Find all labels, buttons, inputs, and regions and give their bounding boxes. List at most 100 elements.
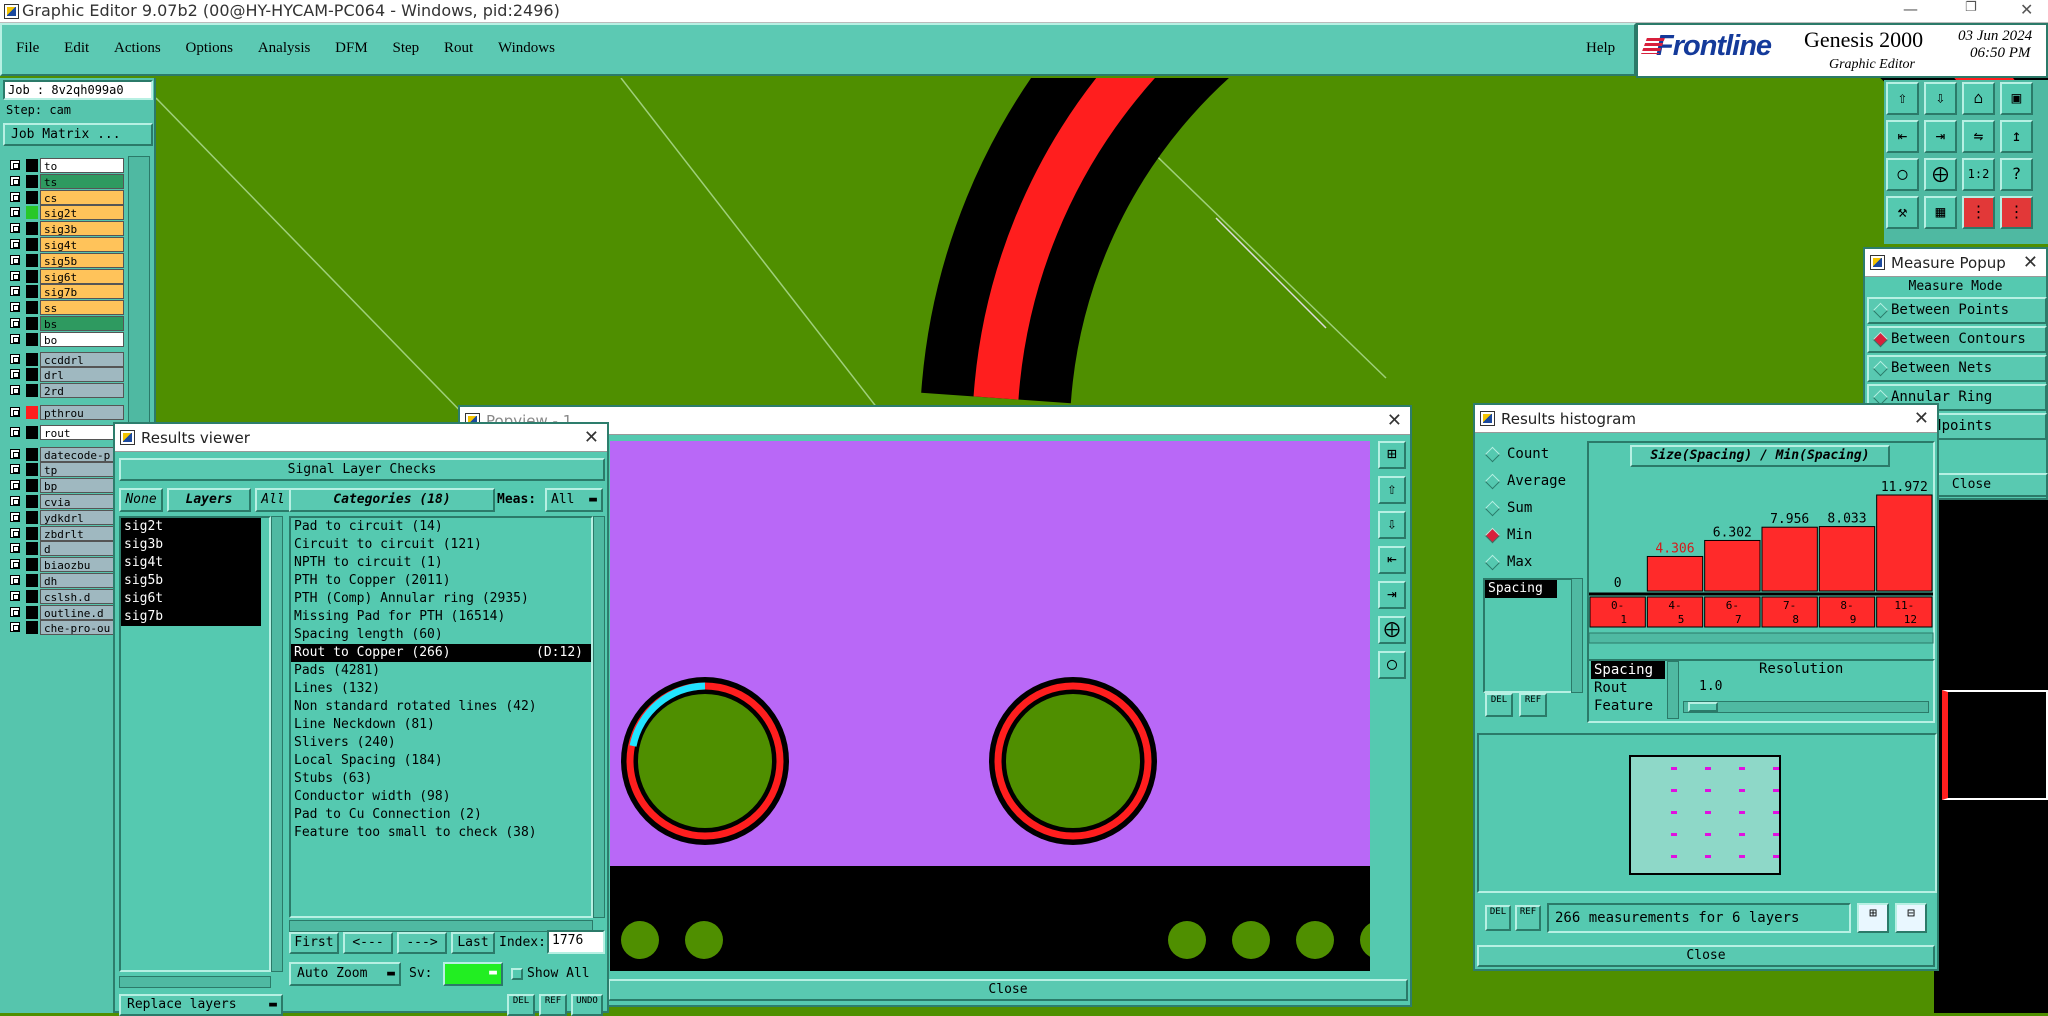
last-button[interactable]: Last: [451, 932, 495, 954]
resolution-slider-thumb[interactable]: [1688, 702, 1718, 712]
layer-checkbox[interactable]: [10, 511, 20, 522]
menu-windows[interactable]: Windows: [498, 40, 555, 57]
histogram-bar[interactable]: [1704, 539, 1761, 592]
histogram-bar[interactable]: [1646, 555, 1704, 592]
popview-up-icon[interactable]: ⇧: [1378, 476, 1406, 504]
pan-right-icon[interactable]: ⇥: [1924, 120, 1957, 153]
layer-row[interactable]: sig6t: [6, 268, 124, 284]
close-window-icon[interactable]: ✕: [2020, 0, 2033, 19]
measure-popup-close-icon[interactable]: ✕: [2023, 249, 2038, 276]
histogram-titlebar[interactable]: Results histogram ✕: [1475, 405, 1937, 433]
layer-row[interactable]: to: [6, 158, 124, 173]
spacing-list-scrollbar[interactable]: [1571, 578, 1583, 693]
center-icon[interactable]: ⨁: [1924, 158, 1957, 191]
stat-option[interactable]: Sum: [1483, 497, 1579, 521]
histogram-close-button[interactable]: Close: [1477, 945, 1935, 967]
histogram-scrollbar[interactable]: [1589, 632, 1934, 644]
category-item[interactable]: Stubs (63): [291, 770, 591, 788]
export-icon[interactable]: ⊞: [1857, 903, 1889, 933]
layer-checkbox[interactable]: [10, 590, 20, 601]
measure-option[interactable]: Between Contours: [1867, 326, 2047, 353]
category-item[interactable]: Pad to circuit (14): [291, 518, 591, 536]
measure-popup-titlebar[interactable]: Measure Popup ✕: [1865, 249, 2046, 277]
layer-row[interactable]: ts: [6, 173, 124, 189]
layer-row[interactable]: cs: [6, 189, 124, 205]
menu-file[interactable]: File: [16, 40, 39, 57]
layer-result-item[interactable]: sig6t: [121, 590, 261, 608]
popview-right-icon[interactable]: ⇥: [1378, 581, 1406, 609]
ratio-icon[interactable]: 1:2: [1962, 158, 1995, 191]
layer-row[interactable]: dh: [6, 573, 124, 588]
layer-checkbox[interactable]: [10, 239, 20, 249]
layer-row[interactable]: cvia: [6, 494, 124, 509]
layer-checkbox[interactable]: [10, 191, 20, 202]
layer-checkbox[interactable]: [10, 254, 20, 265]
category-item[interactable]: Circuit to circuit (121): [291, 536, 591, 554]
layer-row[interactable]: datecode-p: [6, 446, 124, 462]
layer-row[interactable]: cslsh.d: [6, 588, 124, 604]
layer-row[interactable]: d: [6, 541, 124, 557]
stat-option[interactable]: Min: [1483, 524, 1579, 548]
category-item[interactable]: Pads (4281): [291, 662, 591, 680]
histogram-bar[interactable]: [1761, 526, 1818, 592]
layer-checkbox[interactable]: [10, 606, 20, 617]
index-input[interactable]: 1776: [547, 930, 605, 954]
layer-checkbox[interactable]: [10, 270, 20, 281]
layer-row[interactable]: 2rd: [6, 383, 124, 399]
help-icon[interactable]: ?: [2000, 158, 2033, 191]
list-item[interactable]: Spacing: [1485, 580, 1557, 598]
category-item[interactable]: Line Neckdown (81): [291, 716, 591, 734]
fit-icon[interactable]: ◯: [1886, 158, 1919, 191]
layer-checkbox[interactable]: [10, 160, 20, 170]
layer-row[interactable]: ccddrl: [6, 351, 124, 367]
grid-icon[interactable]: ▦: [1924, 196, 1957, 229]
layer-checkbox[interactable]: [10, 353, 20, 364]
layer-row[interactable]: zbdrlt: [6, 525, 124, 541]
category-item[interactable]: NPTH to circuit (1): [291, 554, 591, 572]
resolution-slider[interactable]: [1683, 701, 1929, 713]
sv-color-select[interactable]: ▬: [443, 962, 503, 986]
category-item[interactable]: Rout to Copper (266) (D:12): [291, 644, 591, 662]
layer-row[interactable]: sig5b: [6, 252, 124, 268]
meas-select[interactable]: All ▬: [545, 488, 603, 512]
layer-row[interactable]: ss: [6, 300, 124, 316]
measure-icon[interactable]: ⚒: [1886, 196, 1919, 229]
layer-row[interactable]: che-pro-ou: [6, 620, 124, 636]
category-item[interactable]: Pad to Cu Connection (2): [291, 806, 591, 824]
layer-row[interactable]: outline.d: [6, 604, 124, 620]
categories-button[interactable]: Categories (18): [289, 488, 495, 512]
layer-checkbox[interactable]: [10, 407, 20, 417]
layer-checkbox[interactable]: [10, 575, 20, 585]
layer-result-item[interactable]: sig3b: [121, 536, 261, 554]
all-button[interactable]: All: [255, 488, 291, 512]
category-item[interactable]: PTH to Copper (2011): [291, 572, 591, 590]
none-button[interactable]: None: [119, 488, 163, 512]
layer-row[interactable]: sig4t: [6, 237, 124, 252]
layer-checkbox[interactable]: [10, 448, 20, 459]
popview-down-icon[interactable]: ⇩: [1378, 511, 1406, 539]
auto-zoom-select[interactable]: Auto Zoom ▬: [289, 962, 401, 986]
layer-row[interactable]: rout: [6, 424, 124, 440]
layer-checkbox[interactable]: [10, 369, 20, 380]
home-icon[interactable]: ⌂: [1962, 82, 1995, 115]
next-button[interactable]: --->: [397, 932, 447, 954]
menu-dfm[interactable]: DFM: [335, 40, 368, 57]
layer-checkbox[interactable]: [10, 207, 20, 218]
popview-center-icon[interactable]: ◯: [1378, 651, 1406, 679]
category-item[interactable]: Slivers (240): [291, 734, 591, 752]
layer-checkbox[interactable]: [10, 286, 20, 297]
popview-close-icon[interactable]: ✕: [1387, 407, 1402, 434]
layer-list-hscroll[interactable]: [119, 976, 271, 988]
show-all-checkbox[interactable]: [511, 968, 523, 980]
zoom-home-icon[interactable]: ⇧: [1886, 82, 1919, 115]
menu-analysis[interactable]: Analysis: [258, 40, 311, 57]
menu-help[interactable]: Help: [1586, 40, 1615, 57]
layer-row[interactable]: bs: [6, 316, 124, 331]
zoom-in-icon[interactable]: ⇩: [1924, 82, 1957, 115]
category-item[interactable]: Non standard rotated lines (42): [291, 698, 591, 716]
layer-checkbox[interactable]: [10, 559, 20, 570]
layer-row[interactable]: drl: [6, 367, 124, 383]
hist-del-button[interactable]: DEL: [1485, 693, 1513, 717]
menu-step[interactable]: Step: [393, 40, 420, 57]
minimize-icon[interactable]: —: [1903, 0, 1918, 18]
